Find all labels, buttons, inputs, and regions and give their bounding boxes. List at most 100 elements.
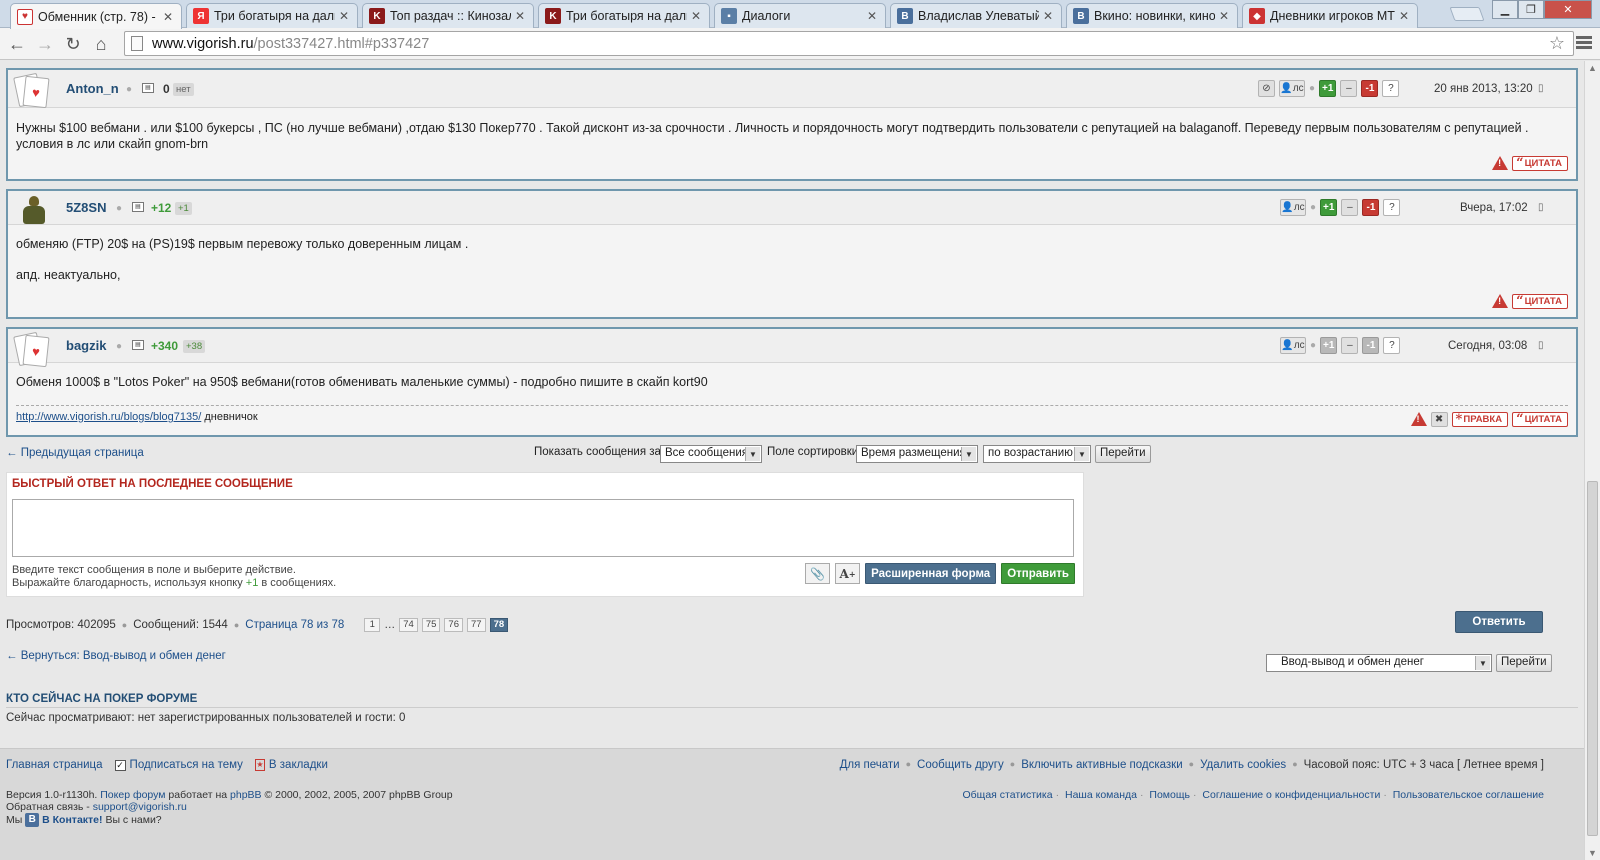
quote-button[interactable]: “ЦИТАТА <box>1512 412 1568 427</box>
help-button[interactable]: ? <box>1383 199 1401 216</box>
page-link[interactable]: 74 <box>399 618 418 632</box>
minus-one-button[interactable]: -1 <box>1362 199 1380 216</box>
pm-button[interactable]: 👤 лс <box>1280 199 1306 216</box>
subscribe-link[interactable]: Подписаться на тему <box>130 759 243 771</box>
browser-menu-icon[interactable] <box>1574 34 1594 54</box>
pm-button[interactable]: 👤 лс <box>1279 80 1305 97</box>
advanced-form-button[interactable]: Расширенная форма <box>865 563 997 584</box>
block-icon[interactable]: ⊘ <box>1258 80 1275 97</box>
page-scrollbar[interactable]: ▲ ▼ <box>1584 61 1600 860</box>
scrollbar-thumb[interactable] <box>1587 481 1598 836</box>
plus-one-button[interactable]: +1 <box>1320 337 1338 354</box>
neutral-button[interactable]: – <box>1340 80 1358 97</box>
tab-vkino[interactable]: B Вкино: новинки, кино ✕ <box>1066 3 1238 28</box>
quote-button[interactable]: “ЦИТАТА <box>1512 294 1568 309</box>
report-icon[interactable] <box>1410 412 1427 427</box>
page-link[interactable]: 77 <box>467 618 486 632</box>
profile-icon[interactable]: ▤ <box>132 340 144 350</box>
bookmarks-link[interactable]: В закладки <box>269 759 328 771</box>
page-info-link[interactable]: Страница 78 из 78 <box>245 619 344 631</box>
reply-button[interactable]: Ответить <box>1455 611 1543 633</box>
page-link[interactable]: 75 <box>421 618 441 632</box>
back-to-forum-link[interactable]: ← Вернуться: Ввод-вывод и обмен денег <box>6 650 226 662</box>
hints-link[interactable]: Включить активные подсказки <box>1021 759 1182 771</box>
report-icon[interactable] <box>1492 156 1509 171</box>
tell-friend-link[interactable]: Сообщить другу <box>917 759 1004 771</box>
forum-jump-select[interactable]: Ввод-вывод и обмен денег ▼ <box>1266 654 1492 672</box>
signature-link[interactable]: http://www.vigorish.ru/blogs/blog7135/ <box>16 411 201 423</box>
neutral-button[interactable]: – <box>1341 199 1359 216</box>
stats-link[interactable]: Общая статистика <box>963 789 1053 801</box>
forward-arrow-icon[interactable]: → <box>32 32 58 56</box>
reload-icon[interactable]: ↻ <box>60 32 86 56</box>
close-tab-icon[interactable]: ✕ <box>1399 9 1411 23</box>
permalink-icon[interactable]: ▯ <box>1538 340 1544 351</box>
close-tab-icon[interactable]: ✕ <box>163 10 175 24</box>
tab-tri-bogatyrya-2[interactable]: K Три богатыря на даль ✕ <box>538 3 710 28</box>
close-window-icon[interactable]: ✕ <box>1544 0 1592 19</box>
close-tab-icon[interactable]: ✕ <box>867 9 879 23</box>
sort-go-button[interactable]: Перейти <box>1095 445 1151 463</box>
quote-button[interactable]: “ЦИТАТА <box>1512 156 1568 171</box>
maximize-icon[interactable]: ❐ <box>1518 0 1544 19</box>
permalink-icon[interactable]: ▯ <box>1538 83 1544 94</box>
tab-obmennik[interactable]: ♥ Обменник (стр. 78) - По ✕ <box>10 3 182 29</box>
help-button[interactable]: ? <box>1382 80 1400 97</box>
page-link[interactable]: 76 <box>444 618 463 632</box>
prev-page-link[interactable]: ← Предыдущая страница <box>6 447 144 459</box>
attach-icon[interactable]: 📎 <box>805 563 831 584</box>
tab-dialogs[interactable]: ▪ Диалоги ✕ <box>714 3 886 28</box>
send-button[interactable]: Отправить <box>1001 563 1075 584</box>
print-link[interactable]: Для печати <box>840 759 900 771</box>
tab-kinozal-top[interactable]: K Топ раздач :: Кинозал ✕ <box>362 3 534 28</box>
close-tab-icon[interactable]: ✕ <box>1043 9 1055 23</box>
show-messages-select[interactable]: Все сообщения ▼ <box>660 445 762 463</box>
delete-cookies-link[interactable]: Удалить cookies <box>1200 759 1286 771</box>
post-author[interactable]: Anton_n <box>66 81 119 96</box>
permalink-icon[interactable]: ▯ <box>1538 202 1544 213</box>
terms-link[interactable]: Пользовательское соглашение <box>1393 789 1544 801</box>
team-link[interactable]: Наша команда <box>1065 789 1137 801</box>
edit-button[interactable]: * ПРАВКА <box>1451 412 1509 427</box>
post-author[interactable]: 5Z8SN <box>66 200 106 215</box>
phpbb-link[interactable]: phpBB <box>230 789 262 801</box>
plus-one-button[interactable]: +1 <box>1319 80 1337 97</box>
address-bar[interactable]: www.vigorish.ru/post337427.html#p337427 … <box>124 31 1574 56</box>
avatar[interactable]: ♥ <box>13 72 50 109</box>
privacy-link[interactable]: Соглашение о конфиденциальности <box>1202 789 1380 801</box>
sort-field-select[interactable]: Время размещения ▼ <box>856 445 978 463</box>
profile-icon[interactable]: ▤ <box>132 202 144 212</box>
close-tab-icon[interactable]: ✕ <box>1219 9 1231 23</box>
minus-one-button[interactable]: -1 <box>1361 80 1379 97</box>
delete-icon[interactable]: ✖ <box>1430 412 1448 427</box>
page-link[interactable]: 1 <box>364 618 381 632</box>
bookmark-star-icon[interactable]: ☆ <box>1549 33 1565 54</box>
post-author[interactable]: bagzik <box>66 338 106 353</box>
subscribe-checkbox[interactable]: ✓ <box>114 759 126 771</box>
quick-reply-textarea[interactable] <box>12 499 1074 557</box>
help-button[interactable]: ? <box>1383 337 1401 354</box>
tab-vk-profile[interactable]: B Владислав Улеватый ✕ <box>890 3 1062 28</box>
help-link[interactable]: Помощь <box>1149 789 1190 801</box>
support-email-link[interactable]: support@vigorish.ru <box>93 801 187 813</box>
tab-tri-bogatyrya-1[interactable]: Я Три богатыря на даль ✕ <box>186 3 358 28</box>
plus-one-button[interactable]: +1 <box>1320 199 1338 216</box>
profile-icon[interactable]: ▤ <box>142 83 154 93</box>
neutral-button[interactable]: – <box>1341 337 1359 354</box>
forum-jump-go-button[interactable]: Перейти <box>1496 654 1552 672</box>
back-arrow-icon[interactable]: ← <box>4 32 30 56</box>
minimize-icon[interactable]: ▁ <box>1492 0 1518 19</box>
close-tab-icon[interactable]: ✕ <box>339 9 351 23</box>
minus-one-button[interactable]: -1 <box>1362 337 1380 354</box>
font-format-icon[interactable]: A + <box>835 563 861 584</box>
close-tab-icon[interactable]: ✕ <box>691 9 703 23</box>
vk-link[interactable]: В Контакте! <box>42 814 102 826</box>
avatar[interactable]: ♥ <box>13 331 50 368</box>
avatar[interactable] <box>14 194 50 228</box>
tab-diaries[interactable]: ◆ Дневники игроков MT ✕ <box>1242 3 1418 28</box>
close-tab-icon[interactable]: ✕ <box>515 9 527 23</box>
home-link[interactable]: Главная страница <box>6 759 103 771</box>
sort-order-select[interactable]: по возрастанию ▼ <box>983 445 1091 463</box>
poker-forum-link[interactable]: Покер форум <box>100 789 165 801</box>
pm-button[interactable]: 👤 лс <box>1280 337 1306 354</box>
